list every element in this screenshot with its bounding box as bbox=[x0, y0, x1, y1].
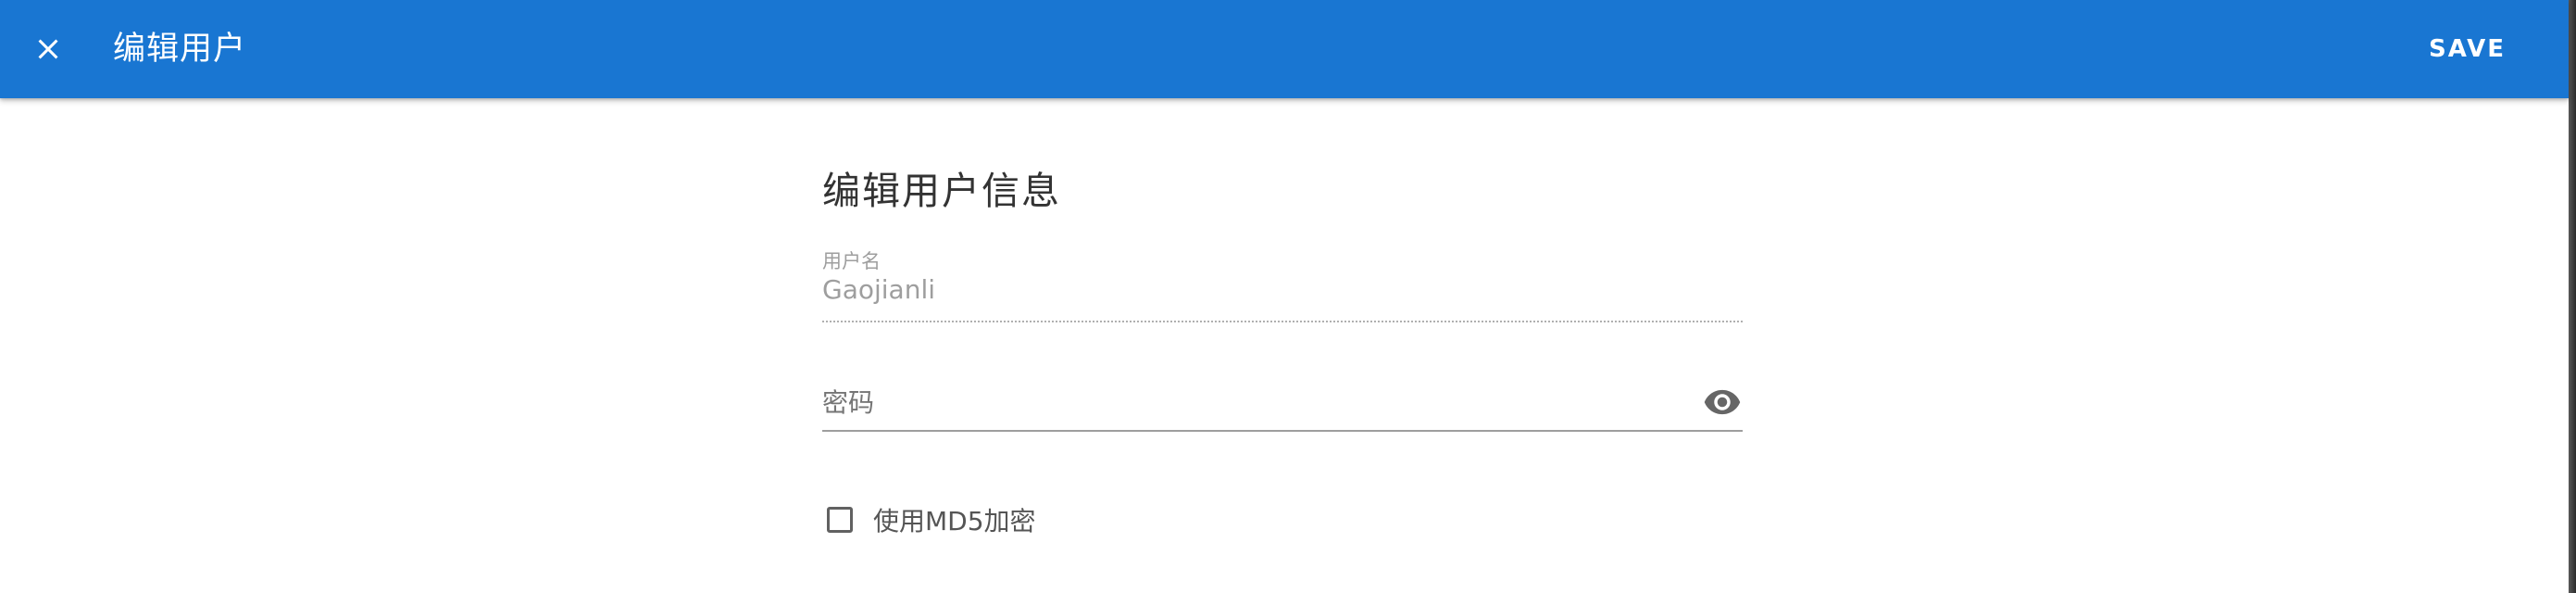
form-heading: 编辑用户信息 bbox=[822, 169, 1061, 213]
toggle-password-visibility-button[interactable] bbox=[1702, 382, 1743, 423]
window-edge bbox=[2569, 0, 2576, 593]
username-field: 用户名 bbox=[822, 246, 1743, 324]
save-button[interactable]: SAVE bbox=[2414, 23, 2520, 75]
eye-icon bbox=[1704, 389, 1741, 415]
app-bar-title: 编辑用户 bbox=[113, 31, 247, 68]
username-input bbox=[822, 274, 1743, 305]
close-button[interactable] bbox=[11, 12, 85, 86]
md5-checkbox[interactable] bbox=[827, 507, 853, 533]
page: 编辑用户 SAVE 编辑用户信息 用户名 使用MD bbox=[0, 0, 2576, 593]
edit-user-dialog: 编辑用户 SAVE 编辑用户信息 用户名 使用MD bbox=[0, 0, 2569, 593]
md5-checkbox-label: 使用MD5加密 bbox=[873, 506, 1036, 536]
close-icon bbox=[38, 39, 58, 59]
password-field bbox=[822, 372, 1743, 437]
username-label: 用户名 bbox=[822, 250, 881, 272]
password-input[interactable] bbox=[822, 384, 1683, 421]
md5-encryption-option[interactable]: 使用MD5加密 bbox=[822, 497, 1036, 543]
app-bar: 编辑用户 SAVE bbox=[0, 0, 2569, 98]
edit-user-form: 编辑用户信息 用户名 使用MD5加密 bbox=[822, 98, 1743, 593]
password-underline bbox=[822, 430, 1743, 432]
username-underline bbox=[822, 321, 1743, 322]
